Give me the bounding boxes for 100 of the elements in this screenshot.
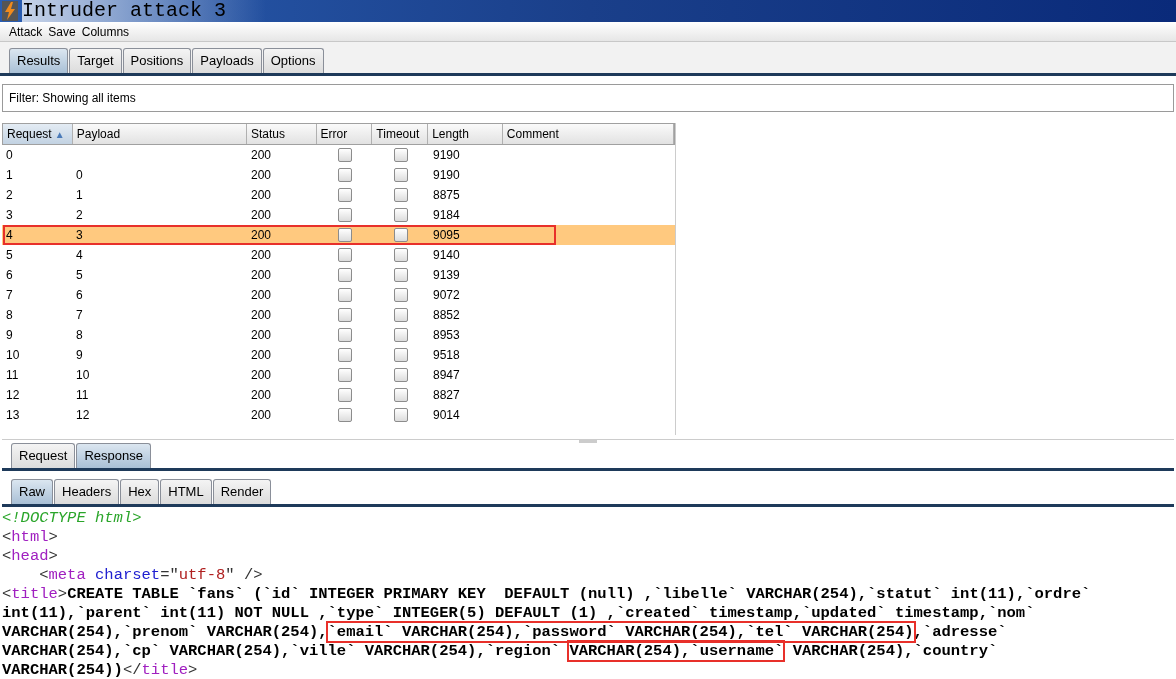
table-cell-text: 3 — [75, 227, 84, 244]
checkbox[interactable] — [338, 148, 352, 162]
code-line: VARCHAR(254))</title> — [2, 661, 199, 679]
checkbox[interactable] — [394, 388, 408, 402]
filter-bar[interactable]: Filter: Showing all items — [2, 84, 1174, 112]
checkbox[interactable] — [394, 208, 408, 222]
checkbox[interactable] — [394, 368, 408, 382]
tab[interactable]: Hex — [120, 479, 160, 504]
menu-item[interactable]: Columns — [81, 22, 130, 41]
checkbox[interactable] — [338, 208, 352, 222]
checkbox[interactable] — [394, 188, 408, 202]
checkbox[interactable] — [394, 348, 408, 362]
checkbox[interactable] — [394, 288, 408, 302]
table-cell-text: 0 — [75, 167, 84, 184]
table-cell-text: 200 — [250, 347, 273, 364]
tab[interactable]: Headers — [54, 479, 120, 504]
table-cell-text: 8 — [5, 307, 14, 324]
table-cell-text: 9518 — [432, 347, 461, 364]
column-header[interactable]: Comment — [502, 124, 674, 144]
tab[interactable]: Results — [9, 48, 69, 73]
checkbox[interactable] — [338, 408, 352, 422]
table-cell-text: 9139 — [432, 267, 461, 284]
table-cell-text: 11 — [75, 387, 90, 404]
table-cell-text: 6 — [5, 267, 14, 284]
checkbox[interactable] — [338, 188, 352, 202]
table-cell-text: 10 — [5, 347, 21, 364]
code-line: VARCHAR(254),`cp` VARCHAR(254),`ville` VARCHAR(254),`region` VARCHAR(254),`username` VARCHAR(254),`country` — [2, 642, 999, 661]
code-line: <meta charset="utf-8" /> — [38, 566, 264, 585]
table-cell-text: 200 — [250, 187, 273, 204]
tab[interactable]: Positions — [122, 48, 192, 73]
column-header[interactable]: Length — [428, 124, 503, 144]
table-cell-text: 8947 — [432, 367, 461, 384]
column-header[interactable]: Timeout — [372, 124, 429, 144]
column-header[interactable]: Status — [246, 124, 317, 144]
menu-item[interactable]: Save — [48, 22, 76, 41]
table-cell-text: 9 — [5, 327, 14, 344]
column-header[interactable]: Request ▲ — [3, 124, 73, 144]
table-cell-text: 12 — [75, 407, 91, 424]
checkbox[interactable] — [394, 168, 408, 182]
table-cell-text: 9014 — [432, 407, 461, 424]
table-cell-text: 9184 — [432, 207, 461, 224]
table-cell-text: 200 — [250, 247, 273, 264]
checkbox[interactable] — [394, 148, 408, 162]
table-cell-text: 7 — [5, 287, 14, 304]
checkbox[interactable] — [394, 228, 408, 242]
checkbox[interactable] — [394, 328, 408, 342]
table-cell-text: 9072 — [432, 287, 461, 304]
lightning-icon — [2, 1, 18, 21]
table-cell-text: 1 — [5, 167, 14, 184]
tab[interactable]: Options — [262, 48, 324, 73]
checkbox[interactable] — [338, 248, 352, 262]
tab[interactable]: Payloads — [192, 48, 262, 73]
menu-item[interactable]: Attack — [9, 22, 43, 41]
table-cell-text: 2 — [5, 187, 14, 204]
table-cell-text: 10 — [75, 367, 91, 384]
tab[interactable]: Render — [212, 479, 272, 504]
tab[interactable]: Raw — [11, 479, 53, 504]
table-cell-text: 200 — [250, 147, 273, 164]
table-cell-text: 200 — [250, 407, 273, 424]
checkbox[interactable] — [338, 288, 352, 302]
table-cell-text: 9190 — [432, 147, 461, 164]
checkbox[interactable] — [338, 368, 352, 382]
table-cell-text: 4 — [5, 227, 14, 244]
table-cell-text: 13 — [5, 407, 21, 424]
checkbox[interactable] — [338, 388, 352, 402]
table-cell-text: 12 — [5, 387, 21, 404]
tab[interactable]: Target — [69, 48, 122, 73]
table-cell-text: 8852 — [432, 307, 461, 324]
checkbox[interactable] — [394, 268, 408, 282]
checkbox[interactable] — [394, 408, 408, 422]
column-header[interactable]: Payload — [72, 124, 247, 144]
table-cell-text: 200 — [250, 307, 273, 324]
tab[interactable]: Response — [76, 443, 151, 468]
table-cell-text: 1 — [75, 187, 84, 204]
checkbox[interactable] — [338, 348, 352, 362]
checkbox[interactable] — [338, 228, 352, 242]
tab[interactable]: HTML — [160, 479, 212, 504]
table-cell-text: 200 — [250, 327, 273, 344]
table-cell-text: 8827 — [432, 387, 461, 404]
column-header[interactable]: Error — [316, 124, 373, 144]
table-cell-text: 8875 — [432, 187, 461, 204]
tab[interactable]: Request — [11, 443, 76, 468]
splitter-handle[interactable] — [579, 440, 597, 443]
checkbox[interactable] — [338, 268, 352, 282]
checkbox[interactable] — [338, 308, 352, 322]
table-cell-text: 4 — [75, 247, 84, 264]
table-cell-text: 200 — [250, 267, 273, 284]
code-line: <!DOCTYPE html> — [2, 509, 143, 528]
table-cell-text: 9095 — [432, 227, 461, 244]
table-cell-text: 11 — [5, 367, 20, 384]
checkbox[interactable] — [338, 168, 352, 182]
checkbox[interactable] — [394, 308, 408, 322]
checkbox[interactable] — [394, 248, 408, 262]
table-cell-text: 6 — [75, 287, 84, 304]
table-cell-text: 5 — [75, 267, 84, 284]
table-cell-text: 200 — [250, 167, 273, 184]
checkbox[interactable] — [338, 328, 352, 342]
table-cell-text: 3 — [5, 207, 14, 224]
table-cell-text: 9140 — [432, 247, 461, 264]
table-row[interactable]: 4 3 200 9095 — [2, 225, 675, 245]
